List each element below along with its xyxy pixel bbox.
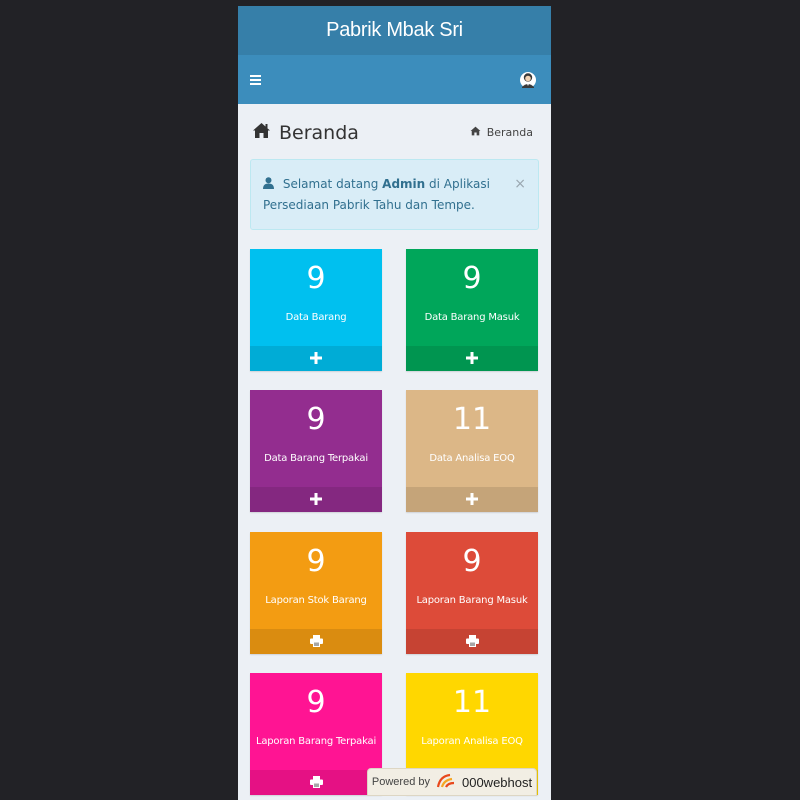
home-icon [252,122,271,144]
menu-toggle-icon[interactable] [250,74,261,85]
tile-footer-link[interactable] [250,629,382,654]
dashboard-tile[interactable]: 9 Laporan Stok Barang [250,532,382,654]
powered-by-label: Powered by [371,776,430,788]
tile-count: 9 [306,544,326,579]
tile-label: Laporan Barang Masuk [416,595,528,606]
alert-user: Admin [382,177,426,191]
print-icon [309,632,323,651]
dashboard-tile[interactable]: 9 Laporan Barang Terpakai [250,673,382,795]
content-header: Beranda Beranda [238,106,551,159]
print-icon [309,773,323,792]
breadcrumb-home-icon [470,126,481,139]
tile-footer-link[interactable] [406,487,538,512]
tile-count: 9 [306,402,326,437]
print-icon [465,632,479,651]
plus-icon [310,490,322,509]
tile-label: Data Analisa EOQ [429,453,515,464]
tile-label: Data Barang Masuk [424,312,520,323]
tile-footer-link[interactable] [250,770,382,795]
alert-prefix: Selamat datang [282,177,383,191]
tile-label: Laporan Analisa EOQ [421,736,523,747]
tile-count: 9 [306,261,326,296]
breadcrumb-label[interactable]: Beranda [487,126,533,139]
welcome-alert: Selamat datang Admin di Aplikasi Persedi… [250,159,539,230]
powered-by-badge[interactable]: Powered by 000webhost [367,768,537,796]
tile-label: Laporan Stok Barang [265,595,367,606]
user-avatar-icon[interactable] [519,69,537,91]
user-icon [263,177,283,191]
tile-label: Data Barang [285,312,347,323]
dashboard-tile[interactable]: 9 Data Barang Terpakai [250,390,382,512]
dashboard-tile[interactable]: 9 Laporan Barang Masuk [406,532,538,654]
tile-footer-link[interactable] [406,346,538,371]
tile-footer-link[interactable] [406,629,538,654]
powered-by-brand: 000webhost [461,774,533,790]
alert-close-button[interactable]: × [514,174,526,195]
tile-count: 9 [462,544,482,579]
dashboard-tile[interactable]: 9 Data Barang [250,249,382,371]
tile-label: Laporan Barang Terpakai [255,736,377,747]
top-navbar [238,55,551,104]
page-title-text: Beranda [279,121,359,144]
app-logo-bar[interactable]: Pabrik Mbak Sri [238,6,551,55]
plus-icon [466,349,478,368]
tile-count: 11 [452,685,492,720]
tile-count: 11 [452,402,492,437]
dashboard-tile[interactable]: 11 Data Analisa EOQ [406,390,538,512]
tile-count: 9 [306,685,326,720]
plus-icon [466,490,478,509]
plus-icon [310,349,322,368]
tile-footer-link[interactable] [250,346,382,371]
breadcrumb[interactable]: Beranda [470,126,533,139]
webhost-logo-icon [436,773,456,792]
page-title: Beranda [252,122,359,144]
tile-count: 9 [462,261,482,296]
app-title[interactable]: Pabrik Mbak Sri [326,19,463,42]
tile-footer-link[interactable] [250,487,382,512]
tile-label: Data Barang Terpakai [264,453,368,464]
dashboard-tile[interactable]: 9 Data Barang Masuk [406,249,538,371]
